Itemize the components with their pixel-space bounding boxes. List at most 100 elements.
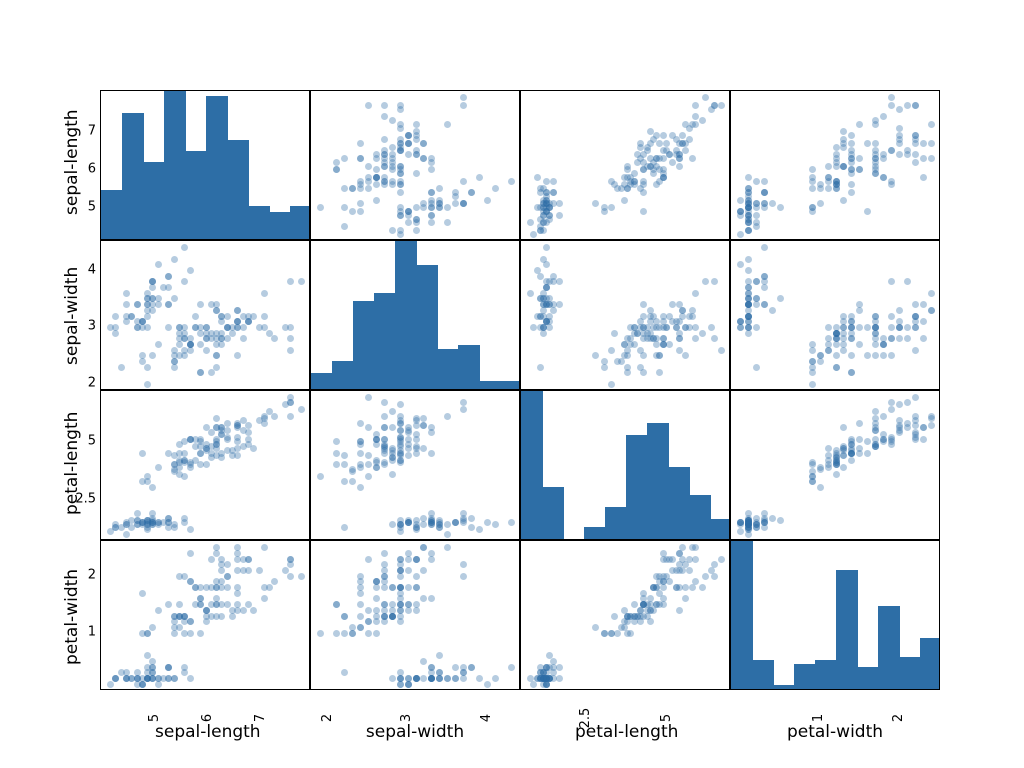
- data-point: [165, 301, 172, 308]
- data-point: [904, 324, 911, 331]
- data-point: [718, 347, 725, 354]
- data-point: [444, 219, 451, 226]
- data-point: [373, 155, 380, 162]
- data-point: [556, 200, 563, 207]
- data-point: [229, 607, 236, 614]
- data-point: [271, 413, 278, 420]
- data-point: [856, 155, 863, 162]
- xlabel-sepal-width: sepal-width: [365, 722, 465, 742]
- data-point: [365, 473, 372, 480]
- data-point: [761, 189, 768, 196]
- data-point: [187, 550, 194, 557]
- scatter-matrix: sepal-length567sepal-width234petal-lengt…: [100, 90, 940, 690]
- data-point: [420, 155, 427, 162]
- data-point: [381, 436, 388, 443]
- data-point: [413, 601, 420, 608]
- data-point: [144, 307, 151, 314]
- data-point: [711, 561, 718, 568]
- data-point: [452, 200, 459, 207]
- data-point: [365, 163, 372, 170]
- data-point: [452, 664, 459, 671]
- data-point: [460, 675, 467, 682]
- cell-petal-length-vs-sepal-length: [100, 390, 310, 540]
- data-point: [357, 185, 364, 192]
- data-point: [699, 330, 706, 337]
- data-point: [856, 166, 863, 173]
- data-point: [666, 341, 673, 348]
- data-point: [192, 324, 199, 331]
- data-point: [777, 517, 784, 524]
- data-point: [144, 381, 151, 388]
- data-point: [389, 155, 396, 162]
- data-point: [825, 185, 832, 192]
- xlabel-petal-width: petal-width: [785, 722, 885, 742]
- data-point: [833, 159, 840, 166]
- data-point: [840, 197, 847, 204]
- ytick: 2: [66, 376, 96, 391]
- data-point: [365, 174, 372, 181]
- data-point: [118, 364, 125, 371]
- cell-petal-length-vs-sepal-width: [310, 390, 520, 540]
- data-point: [761, 519, 768, 526]
- data-point: [888, 102, 895, 109]
- data-point: [397, 521, 404, 528]
- data-point: [197, 369, 204, 376]
- data-point: [711, 278, 718, 285]
- data-point: [420, 521, 427, 528]
- hist-bar: [815, 660, 837, 689]
- data-point: [856, 324, 863, 331]
- data-point: [896, 318, 903, 325]
- data-point: [357, 200, 364, 207]
- data-point: [699, 117, 706, 124]
- data-point: [888, 335, 895, 342]
- data-point: [333, 159, 340, 166]
- data-point: [405, 140, 412, 147]
- data-point: [631, 601, 638, 608]
- data-point: [176, 573, 183, 580]
- data-point: [682, 352, 689, 359]
- data-point: [165, 324, 172, 331]
- data-point: [234, 434, 241, 441]
- data-point: [928, 290, 935, 297]
- data-point: [527, 219, 534, 226]
- hist-bar: [605, 507, 627, 539]
- data-point: [888, 94, 895, 101]
- hist-bar: [164, 91, 186, 239]
- data-point: [809, 204, 816, 211]
- data-point: [405, 681, 412, 688]
- xtick: 1: [811, 714, 826, 722]
- data-point: [155, 607, 162, 614]
- data-point: [397, 607, 404, 614]
- data-point: [912, 140, 919, 147]
- data-point: [692, 544, 699, 551]
- cell-petal-width-vs-sepal-width: [310, 540, 520, 690]
- data-point: [660, 601, 667, 608]
- data-point: [484, 197, 491, 204]
- data-point: [444, 544, 451, 551]
- data-point: [134, 301, 141, 308]
- data-point: [287, 335, 294, 342]
- data-point: [660, 324, 667, 331]
- data-point: [428, 556, 435, 563]
- data-point: [349, 478, 356, 485]
- data-point: [904, 424, 911, 431]
- data-point: [365, 618, 372, 625]
- data-point: [660, 584, 667, 591]
- data-point: [365, 607, 372, 614]
- data-point: [405, 132, 412, 139]
- ylabel-sepal-width: sepal-width: [62, 267, 82, 365]
- data-point: [155, 341, 162, 348]
- data-point: [912, 347, 919, 354]
- data-point: [357, 601, 364, 608]
- data-point: [357, 450, 364, 457]
- data-point: [187, 267, 194, 274]
- data-point: [197, 630, 204, 637]
- data-point: [460, 178, 467, 185]
- data-point: [413, 431, 420, 438]
- data-point: [176, 441, 183, 448]
- data-point: [647, 618, 654, 625]
- data-point: [192, 436, 199, 443]
- data-point: [428, 450, 435, 457]
- data-point: [397, 443, 404, 450]
- data-point: [537, 227, 544, 234]
